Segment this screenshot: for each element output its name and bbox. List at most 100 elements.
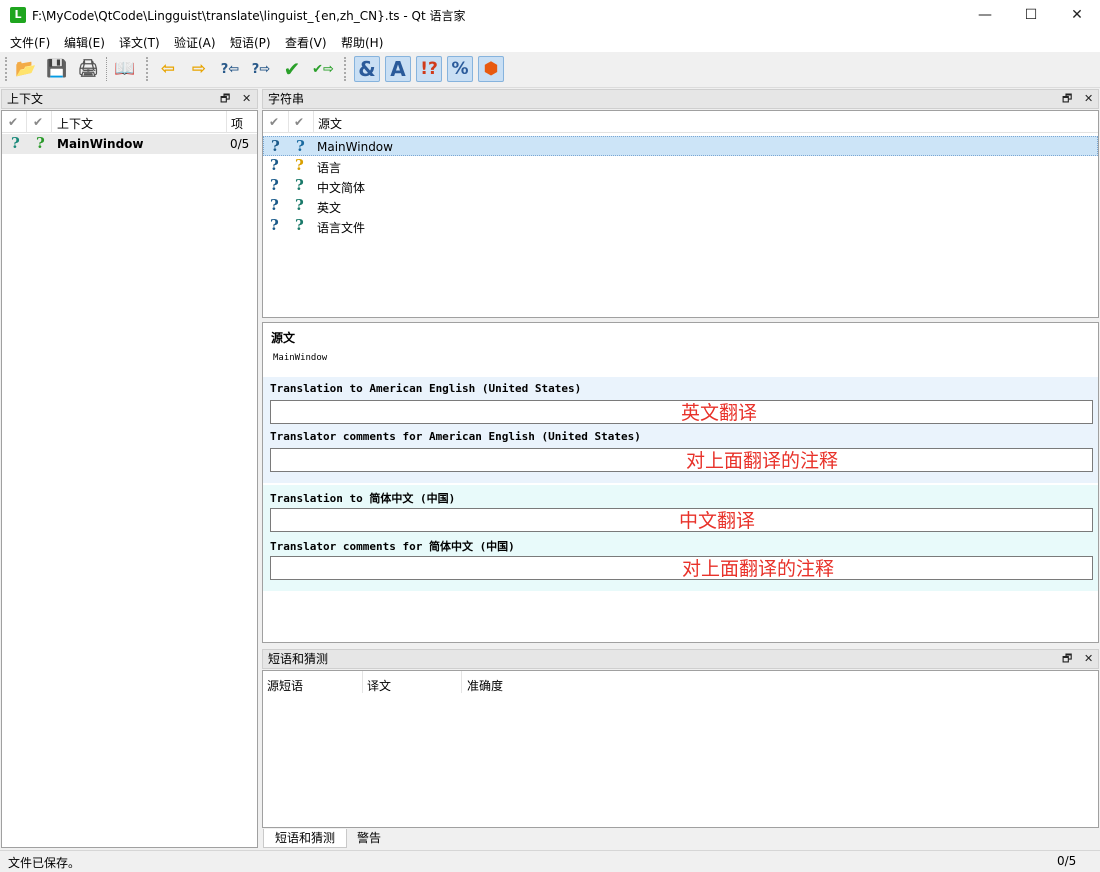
toolbar-grip[interactable] [146, 57, 149, 81]
column-divider [226, 111, 227, 133]
string-row[interactable]: ? ? MainWindow [263, 136, 1098, 156]
status-bar: 文件已保存。 0/5 [0, 850, 1100, 872]
tab-phrases-guesses[interactable]: 短语和猜测 [263, 829, 347, 848]
open-icon[interactable]: 📂 [13, 56, 39, 82]
toolbar-separator [106, 57, 107, 81]
menu-file[interactable]: 文件(F) [10, 34, 50, 51]
done-icon[interactable]: ✔ [279, 56, 305, 82]
prev-unfinished-icon[interactable]: ?⇦ [217, 56, 243, 82]
maximize-button[interactable]: ☐ [1008, 0, 1054, 30]
prev-icon[interactable]: ⇦ [155, 56, 181, 82]
en-translation-note: 英文翻译 [681, 402, 758, 424]
status-message: 文件已保存。 [8, 856, 81, 870]
close-window-button[interactable]: ✕ [1054, 0, 1100, 30]
zh-comment-label: Translator comments for 简体中文 (中国) [270, 540, 515, 553]
string-row[interactable]: ? ? 英文 [263, 196, 1098, 216]
phrases-list-header: 源短语 译文 准确度 [263, 671, 1098, 693]
status-column-icon[interactable]: ✔ [8, 115, 18, 129]
zh-translation-note: 中文翻译 [679, 510, 756, 532]
phrase-match-icon[interactable]: !? [416, 56, 442, 82]
status-count: 0/5 [1057, 854, 1077, 868]
status-column-icon[interactable]: ✔ [294, 115, 304, 129]
accelerators-icon[interactable]: & [354, 56, 380, 82]
items-column-header[interactable]: 项 [231, 115, 243, 132]
chinese-section: Translation to 简体中文 (中国) 中文翻译 Translator… [263, 485, 1098, 591]
en-comment-label: Translator comments for American English… [270, 430, 641, 443]
menu-validation[interactable]: 验证(A) [174, 34, 216, 51]
toolbar-grip[interactable] [5, 57, 8, 81]
float-icon[interactable]: 🗗 [1062, 650, 1072, 668]
column-divider [288, 111, 289, 133]
menu-phrases[interactable]: 短语(P) [230, 34, 271, 51]
next-unfinished-icon[interactable]: ?⇨ [248, 56, 274, 82]
status-column-icon[interactable]: ✔ [33, 115, 43, 129]
minimize-button[interactable]: — [962, 0, 1008, 30]
question-icon: ? [296, 137, 305, 155]
window-title: F:\MyCode\QtCode\Lingguist\translate\lin… [32, 9, 466, 23]
string-source: 语言 [317, 161, 342, 175]
translation-column-header[interactable]: 译文 [367, 677, 391, 694]
context-panel-title: 上下文 🗗 ✕ [1, 89, 258, 109]
question-icon: ? [295, 196, 304, 214]
next-icon[interactable]: ⇨ [186, 56, 212, 82]
close-icon[interactable]: ✕ [1084, 90, 1093, 108]
consistency-icon[interactable]: ⬢ [478, 56, 504, 82]
close-icon[interactable]: ✕ [242, 90, 251, 108]
menu-edit[interactable]: 编辑(E) [64, 34, 105, 51]
menu-view[interactable]: 查看(V) [285, 34, 327, 51]
toolbar: 📂 💾 🖨 📖 ⇦ ⇨ ?⇦ ?⇨ ✔ ✔⇨ & A !? % ⬢ [0, 52, 1100, 88]
string-row[interactable]: ? ? 语言 [263, 156, 1098, 176]
question-icon: ? [270, 156, 279, 174]
string-row[interactable]: ? ? 语言文件 [263, 216, 1098, 236]
question-icon: ? [295, 156, 304, 174]
column-divider [26, 111, 27, 133]
source-column-header[interactable]: 源文 [318, 115, 342, 132]
tab-warnings[interactable]: 警告 [348, 829, 390, 848]
question-icon: ? [11, 134, 20, 152]
float-icon[interactable]: 🗗 [220, 90, 230, 108]
question-icon: ? [270, 196, 279, 214]
context-panel-title-text: 上下文 [7, 92, 44, 106]
question-icon: ? [270, 176, 279, 194]
float-icon[interactable]: 🗗 [1062, 90, 1072, 108]
menu-translation[interactable]: 译文(T) [119, 34, 160, 51]
print-icon[interactable]: 🖨 [75, 56, 101, 82]
punctuation-icon[interactable]: A [385, 56, 411, 82]
toolbar-grip[interactable] [344, 57, 347, 81]
question-icon: ? [270, 216, 279, 234]
menu-help[interactable]: 帮助(H) [341, 34, 383, 51]
column-divider [362, 671, 363, 693]
phrasebook-icon[interactable]: 📖 [112, 56, 138, 82]
source-text: MainWindow [273, 353, 328, 363]
context-column-header[interactable]: 上下文 [57, 115, 93, 132]
title-bar: L F:\MyCode\QtCode\Lingguist\translate\l… [0, 0, 1100, 30]
accuracy-column-header[interactable]: 准确度 [467, 677, 503, 694]
save-icon[interactable]: 💾 [44, 56, 70, 82]
placeholders-icon[interactable]: % [447, 56, 473, 82]
question-icon: ? [295, 216, 304, 234]
en-comment-input[interactable] [270, 448, 1093, 472]
phrases-panel-title-text: 短语和猜测 [268, 652, 329, 666]
en-comment-note: 对上面翻译的注释 [686, 450, 839, 472]
context-name: MainWindow [57, 137, 144, 151]
source-phrase-column-header[interactable]: 源短语 [267, 677, 303, 694]
string-row[interactable]: ? ? 中文简体 [263, 176, 1098, 196]
strings-list: ✔ ✔ 源文 ? ? MainWindow ? ? 语言 ? ? 中文简体 ? … [262, 110, 1099, 318]
strings-panel-title-text: 字符串 [268, 92, 305, 106]
string-source: 中文简体 [317, 181, 366, 195]
question-icon: ? [36, 134, 45, 152]
source-text-label: 源文 [271, 331, 296, 345]
menu-bar: 文件(F) 编辑(E) 译文(T) 验证(A) 短语(P) 查看(V) 帮助(H… [0, 30, 1100, 52]
strings-panel-title: 字符串 🗗 ✕ [262, 89, 1099, 109]
string-source: 语言文件 [317, 221, 366, 235]
close-icon[interactable]: ✕ [1084, 650, 1093, 668]
status-column-icon[interactable]: ✔ [269, 115, 279, 129]
zh-translation-label: Translation to 简体中文 (中国) [270, 492, 456, 505]
strings-list-header: ✔ ✔ 源文 [263, 111, 1098, 133]
context-row[interactable]: ? ? MainWindow 0/5 [2, 134, 257, 154]
en-translation-label: Translation to American English (United … [270, 382, 582, 395]
question-icon: ? [295, 176, 304, 194]
zh-comment-note: 对上面翻译的注释 [682, 558, 835, 580]
column-divider [461, 671, 462, 693]
done-next-icon[interactable]: ✔⇨ [310, 56, 336, 82]
